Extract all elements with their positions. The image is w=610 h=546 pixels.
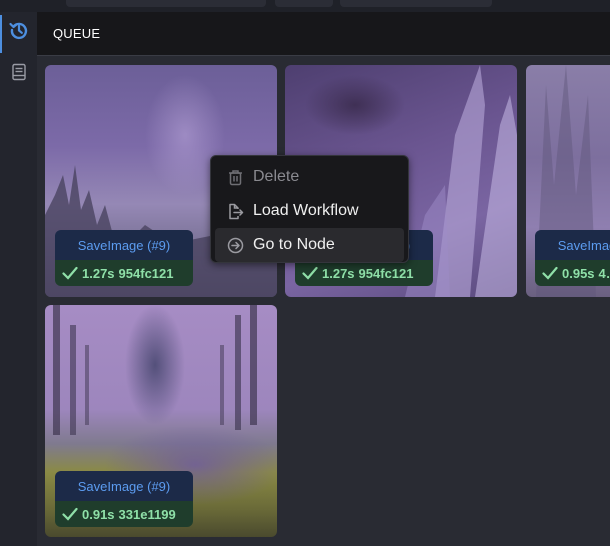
queue-item-badge: SaveImage (#9) 0.91s 331e1199 <box>55 471 193 527</box>
node-badge[interactable]: SaveImage (#9) <box>535 230 610 260</box>
top-toolbar <box>0 0 610 12</box>
prompt-id-text: 331e1199 <box>118 506 176 522</box>
status-badge: 0.95s 4… <box>535 260 610 286</box>
queue-item-card[interactable]: SaveImage (#9) 0.91s 331e1199 <box>45 305 277 537</box>
status-badge: 0.91s 331e1199 <box>55 501 193 527</box>
sidebar-item-queue[interactable] <box>0 12 37 53</box>
toolbar-actions[interactable] <box>340 0 492 7</box>
prompt-id-text: 954fc121 <box>358 265 414 281</box>
menu-item-label: Delete <box>253 168 300 185</box>
check-icon <box>62 507 78 521</box>
prompt-id-text: 954fc121 <box>118 265 174 281</box>
menu-item-load-workflow[interactable]: Load Workflow <box>215 194 404 228</box>
panel-title: QUEUE <box>53 26 101 41</box>
status-badge: 1.27s 954fc121 <box>55 260 193 286</box>
toolbar-button-group[interactable] <box>275 0 333 7</box>
queue-item-badge: SaveImage (#9) 0.95s 4… <box>535 230 610 286</box>
status-badge: 1.27s 954fc121 <box>295 260 433 286</box>
context-menu: Delete Load Workflow Go to Node <box>210 155 409 263</box>
sidebar-item-node-library[interactable] <box>0 54 37 90</box>
check-icon <box>542 266 558 280</box>
trash-icon <box>229 169 242 185</box>
check-icon <box>302 266 318 280</box>
menu-item-go-to-node[interactable]: Go to Node <box>215 228 404 262</box>
duration-text: 0.91s <box>82 506 115 522</box>
menu-item-label: Go to Node <box>253 236 335 253</box>
queue-item-badge: SaveImage (#9) 1.27s 954fc121 <box>55 230 193 286</box>
duration-text: 0.95s <box>562 265 595 281</box>
duration-text: 1.27s <box>82 265 115 281</box>
menu-item-label: Load Workflow <box>253 202 359 219</box>
arrow-circle-right-icon <box>227 237 244 253</box>
menu-item-delete[interactable]: Delete <box>215 160 404 194</box>
check-icon <box>62 266 78 280</box>
duration-text: 1.27s <box>322 265 355 281</box>
sidebar <box>0 12 37 546</box>
prompt-id-text: 4… <box>598 265 610 281</box>
queue-item-card[interactable]: SaveImage (#9) 0.95s 4… <box>526 65 610 297</box>
file-export-icon <box>229 203 244 219</box>
node-badge[interactable]: SaveImage (#9) <box>55 471 193 501</box>
node-badge[interactable]: SaveImage (#9) <box>55 230 193 260</box>
panel-header: QUEUE <box>37 12 610 56</box>
history-icon <box>8 22 27 40</box>
toolbar-search-field[interactable] <box>66 0 266 7</box>
book-icon <box>11 63 26 81</box>
